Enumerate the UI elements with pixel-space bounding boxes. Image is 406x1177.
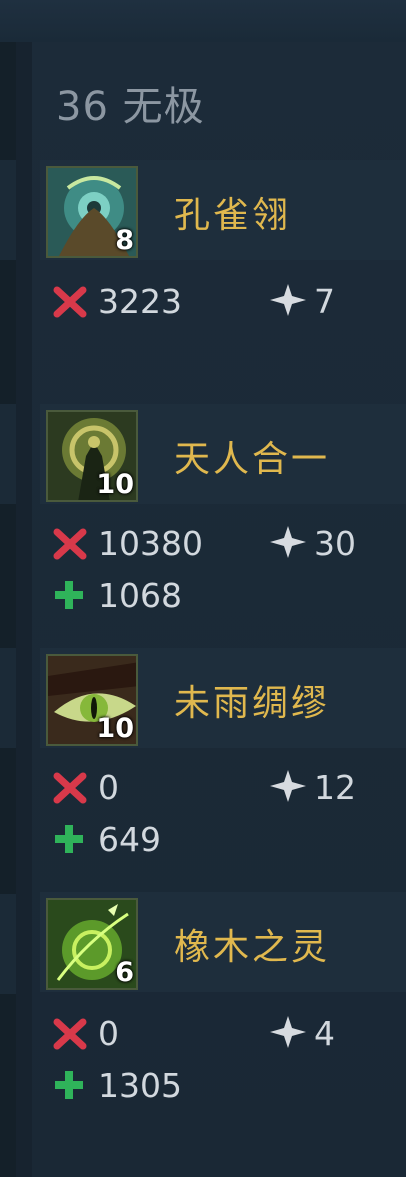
item-card[interactable]: 10 未雨绸缪 0 12 649 bbox=[32, 648, 406, 878]
damage-x-icon bbox=[53, 772, 87, 804]
item-name: 孔雀翎 bbox=[174, 195, 292, 236]
item-card[interactable]: 8 孔雀翎 3223 7 bbox=[32, 160, 406, 390]
oak-spirit-icon[interactable]: 6 bbox=[46, 898, 138, 990]
left-column-edge bbox=[0, 42, 16, 1177]
damage-value: 0 bbox=[98, 1014, 119, 1053]
kill-star-icon bbox=[270, 1016, 306, 1048]
item-card[interactable]: 10 天人合一 10380 30 1068 bbox=[32, 404, 406, 634]
heal-plus-icon bbox=[55, 1071, 83, 1099]
heal-plus-icon bbox=[55, 581, 83, 609]
item-level: 10 bbox=[96, 469, 134, 500]
peacock-feather-icon[interactable]: 8 bbox=[46, 166, 138, 258]
damage-x-icon bbox=[53, 528, 87, 560]
kill-star-icon bbox=[270, 770, 306, 802]
damage-value: 0 bbox=[98, 768, 119, 807]
page-title: 36 无极 bbox=[56, 84, 205, 130]
item-name: 天人合一 bbox=[174, 439, 331, 480]
heal-value: 1305 bbox=[98, 1066, 182, 1105]
item-name: 未雨绸缪 bbox=[174, 683, 331, 724]
damage-value: 3223 bbox=[98, 282, 182, 321]
item-level: 10 bbox=[96, 713, 134, 744]
item-level: 8 bbox=[115, 225, 134, 256]
damage-value: 10380 bbox=[98, 524, 203, 563]
heal-value: 649 bbox=[98, 820, 161, 859]
item-card[interactable]: 6 橡木之灵 0 4 1305 bbox=[32, 892, 406, 1122]
heal-value: 1068 bbox=[98, 576, 182, 615]
kill-star-icon bbox=[270, 284, 306, 316]
damage-x-icon bbox=[53, 286, 87, 318]
heal-plus-icon bbox=[55, 825, 83, 853]
damage-x-icon bbox=[53, 1018, 87, 1050]
kill-star-icon bbox=[270, 526, 306, 558]
kills-value: 4 bbox=[314, 1014, 335, 1053]
kills-value: 7 bbox=[314, 282, 335, 321]
kills-value: 12 bbox=[314, 768, 356, 807]
unity-armor-icon[interactable]: 10 bbox=[46, 410, 138, 502]
eye-icon[interactable]: 10 bbox=[46, 654, 138, 746]
kills-value: 30 bbox=[314, 524, 356, 563]
item-level: 6 bbox=[115, 957, 134, 988]
top-bar bbox=[0, 0, 406, 42]
item-name: 橡木之灵 bbox=[174, 927, 331, 968]
